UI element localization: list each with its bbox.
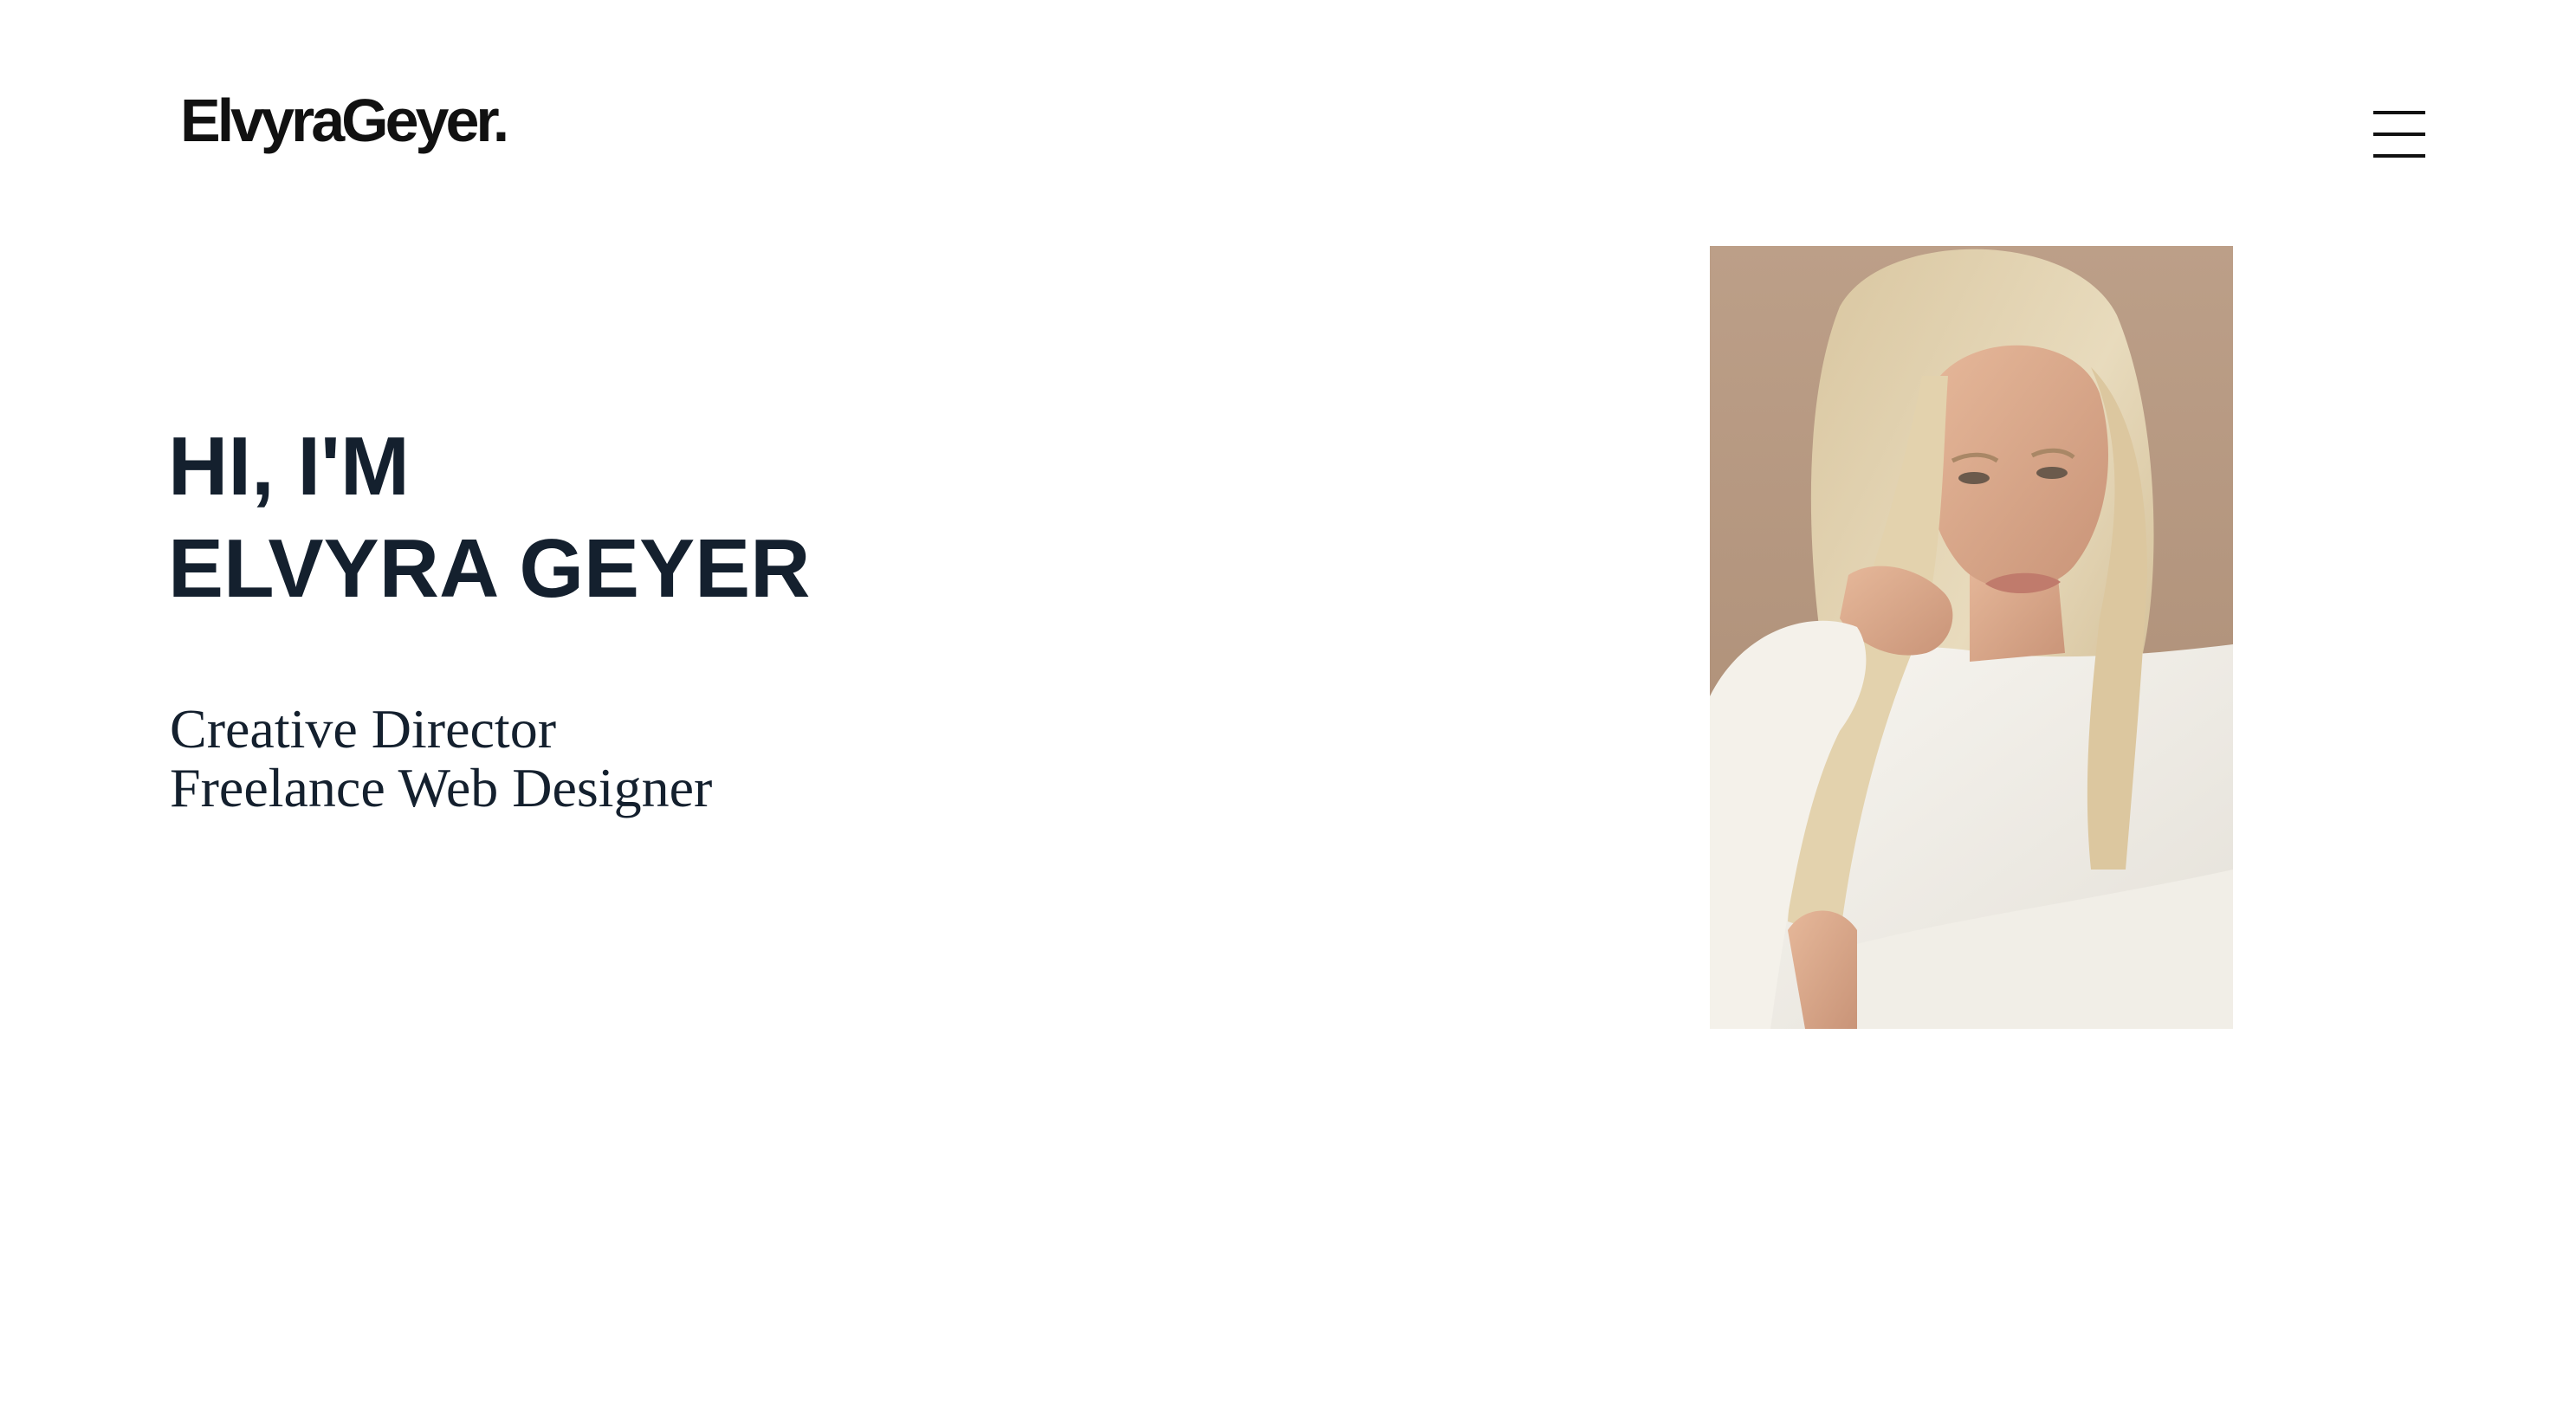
site-logo[interactable]: ElvyraGeyer. — [180, 90, 509, 151]
hero-greeting: HI, I'M — [168, 420, 410, 513]
role-item: Creative Director — [170, 698, 556, 760]
role-item: Freelance Web Designer — [170, 757, 713, 818]
menu-bar-bottom — [2373, 154, 2425, 158]
hamburger-menu-icon[interactable] — [2373, 111, 2425, 158]
menu-bar-middle — [2373, 133, 2425, 136]
hero-name: ELVYRA GEYER — [168, 522, 811, 615]
hero-heading: HI, I'M ELVYRA GEYER — [168, 416, 810, 620]
page: ElvyraGeyer. HI, I'M ELVYRA GEYER Creati… — [0, 0, 2576, 1403]
hero-roles: Creative Director Freelance Web Designer — [170, 700, 712, 818]
menu-bar-top — [2373, 111, 2425, 114]
portrait-photo — [1710, 246, 2233, 1029]
